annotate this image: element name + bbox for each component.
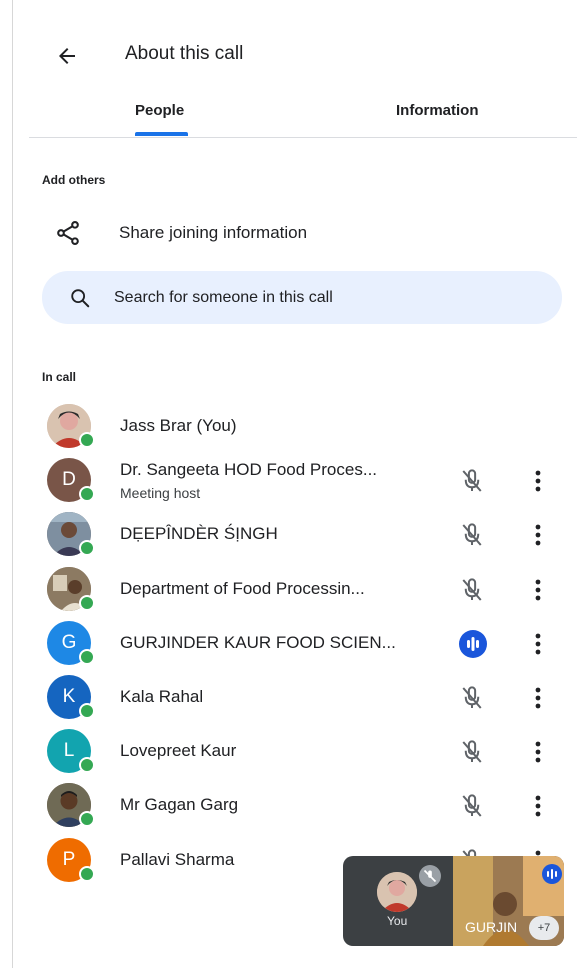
- more-options-icon[interactable]: [529, 737, 547, 767]
- participant-name: Lovepreet Kaur: [120, 741, 237, 760]
- search-input[interactable]: [112, 282, 536, 314]
- remote-video-tile[interactable]: GURJIN +7: [453, 856, 564, 946]
- participant-name: DẸEPÎNDÈR ŚỊNGH: [120, 524, 278, 543]
- avatar-initial: L: [63, 740, 75, 761]
- add-others-label: Add others: [42, 173, 106, 187]
- participant-row[interactable]: K Kala Rahal: [13, 671, 579, 723]
- share-joining-info-button[interactable]: Share joining information: [42, 206, 562, 258]
- online-status-dot: [79, 540, 95, 556]
- more-options-icon[interactable]: [529, 575, 547, 605]
- speaking-indicator-icon[interactable]: [459, 630, 487, 658]
- participant-role: Meeting host: [120, 485, 201, 501]
- participant-name: Pallavi Sharma: [120, 850, 235, 869]
- online-status-dot: [79, 649, 95, 665]
- participant-row[interactable]: L Lovepreet Kaur: [13, 725, 579, 777]
- online-status-dot: [79, 757, 95, 773]
- participant-row[interactable]: DẸEPÎNDÈR ŚỊNGH: [13, 508, 579, 560]
- participant-row[interactable]: D Dr. Sangeeta HOD Food Proces... Meeting …: [13, 454, 579, 506]
- tab-bar: People Information: [29, 92, 577, 138]
- more-options-icon[interactable]: [529, 466, 547, 496]
- mic-off-icon[interactable]: [457, 520, 487, 550]
- participant-name: Dr. Sangeeta HOD Food Proces...: [120, 460, 378, 479]
- in-call-label: In call: [42, 370, 77, 384]
- more-options-icon[interactable]: [529, 629, 547, 659]
- participant-row[interactable]: Jass Brar (You): [13, 400, 579, 452]
- arrow-back-icon: [59, 48, 75, 64]
- share-icon: [57, 220, 79, 246]
- participant-row[interactable]: Mr Gagan Garg: [13, 779, 579, 831]
- participant-name: Kala Rahal: [120, 687, 204, 706]
- more-options-icon[interactable]: [529, 791, 547, 821]
- more-options-icon[interactable]: [529, 520, 547, 550]
- tab-people[interactable]: People: [135, 102, 184, 119]
- tab-information[interactable]: Information: [396, 102, 479, 119]
- mic-off-icon[interactable]: [457, 683, 487, 713]
- call-details-panel: About this call People Information Add o…: [12, 0, 579, 968]
- video-preview[interactable]: You GURJIN +7: [343, 856, 564, 946]
- participant-row[interactable]: G GURJINDER KAUR FOOD SCIEN...: [13, 617, 579, 669]
- search-icon: [71, 289, 90, 308]
- participant-name: Jass Brar (You): [120, 416, 237, 435]
- search-box[interactable]: [42, 271, 562, 324]
- mic-off-icon[interactable]: [457, 466, 487, 496]
- remote-speaking-icon: [542, 864, 562, 884]
- avatar-initial: P: [62, 849, 76, 870]
- avatar-initial: K: [62, 686, 76, 707]
- self-label: You: [387, 914, 408, 928]
- more-participants-badge[interactable]: +7: [529, 916, 559, 940]
- participant-name: Mr Gagan Garg: [120, 795, 239, 814]
- self-mic-off-icon: [419, 865, 441, 887]
- online-status-dot: [79, 486, 95, 502]
- page-title: About this call: [125, 43, 244, 64]
- remote-participant-name: GURJIN: [465, 919, 518, 935]
- avatar-initial: G: [61, 632, 77, 653]
- mic-off-icon[interactable]: [457, 737, 487, 767]
- self-avatar: [377, 872, 417, 912]
- back-button[interactable]: [51, 40, 83, 72]
- online-status-dot: [79, 811, 95, 827]
- avatar-initial: D: [62, 469, 76, 490]
- online-status-dot: [79, 703, 95, 719]
- participant-name: Department of Food Processin...: [120, 579, 365, 598]
- mic-off-icon[interactable]: [457, 791, 487, 821]
- active-tab-indicator: [135, 132, 188, 136]
- online-status-dot: [79, 595, 95, 611]
- self-video-tile[interactable]: You: [343, 856, 453, 946]
- mic-off-icon[interactable]: [457, 575, 487, 605]
- more-options-icon[interactable]: [529, 683, 547, 713]
- participant-name: GURJINDER KAUR FOOD SCIEN...: [120, 633, 396, 652]
- share-joining-info-label: Share joining information: [119, 223, 308, 242]
- participant-row[interactable]: Department of Food Processin...: [13, 563, 579, 615]
- online-status-dot: [79, 432, 95, 448]
- online-status-dot: [79, 866, 95, 882]
